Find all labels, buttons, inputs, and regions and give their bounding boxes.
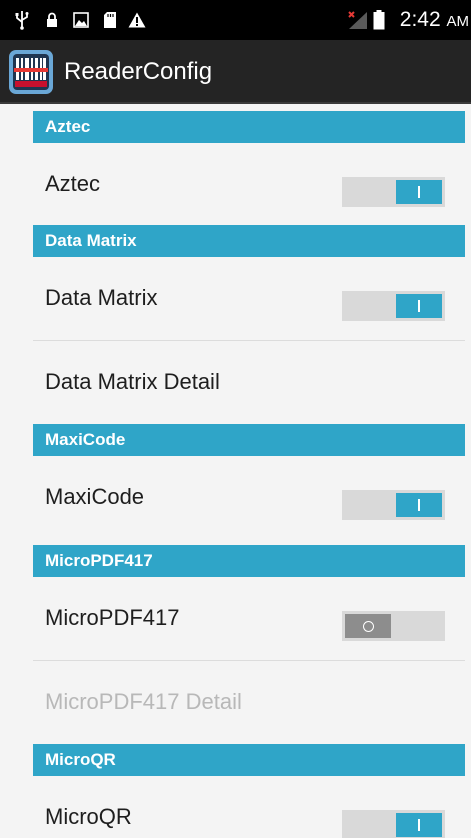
screen: 2:42 AM ReaderConfig Aztec Aztec Data Ma… — [0, 0, 471, 838]
aztec-toggle-row[interactable]: Aztec — [33, 143, 465, 225]
switch-glyph — [362, 620, 374, 632]
section-header-aztec: Aztec — [33, 111, 465, 143]
microqr-switch[interactable] — [342, 810, 445, 838]
image-icon — [71, 9, 91, 31]
switch-thumb — [396, 180, 442, 204]
aztec-switch[interactable] — [342, 177, 445, 207]
micropdf417-detail-row[interactable]: MicroPDF417 Detail — [33, 661, 465, 743]
micropdf417-label: MicroPDF417 — [45, 605, 180, 630]
microqr-toggle-row[interactable]: MicroQR — [33, 776, 465, 838]
maxicode-toggle-row[interactable]: MaxiCode — [33, 456, 465, 538]
app-title: ReaderConfig — [64, 58, 213, 85]
maxicode-switch[interactable] — [342, 490, 445, 520]
aztec-label: Aztec — [45, 171, 101, 196]
switch-glyph — [418, 499, 420, 511]
sd-card-icon — [100, 9, 120, 31]
no-signal-icon — [346, 9, 370, 31]
status-bar: 2:42 AM — [0, 0, 471, 40]
data-matrix-detail-label: Data Matrix Detail — [45, 369, 220, 394]
micropdf417-detail-label: MicroPDF417 Detail — [45, 689, 242, 714]
data-matrix-toggle-row[interactable]: Data Matrix — [33, 257, 465, 339]
data-matrix-detail-row[interactable]: Data Matrix Detail — [33, 341, 465, 423]
section-header-micropdf417: MicroPDF417 — [33, 545, 465, 577]
section-header-data-matrix: Data Matrix — [33, 225, 465, 257]
switch-thumb — [396, 294, 442, 318]
section-header-microqr: MicroQR — [33, 744, 465, 776]
usb-icon — [12, 9, 32, 31]
clock: 2:42 AM — [399, 8, 469, 31]
microqr-label: MicroQR — [45, 804, 132, 829]
maxicode-label: MaxiCode — [45, 484, 145, 509]
battery-icon — [372, 9, 386, 31]
warning-icon — [127, 9, 147, 31]
barcode-app-icon[interactable] — [8, 49, 54, 95]
switch-thumb — [345, 614, 391, 638]
switch-thumb — [396, 813, 442, 837]
data-matrix-switch[interactable] — [342, 291, 445, 321]
switch-glyph — [418, 186, 420, 198]
switch-thumb — [396, 493, 442, 517]
preference-list[interactable]: Aztec Aztec Data Matrix Data Matrix Data… — [0, 104, 471, 838]
lock-icon — [42, 9, 62, 31]
section-header-maxicode: MaxiCode — [33, 424, 465, 456]
micropdf417-switch[interactable] — [342, 611, 445, 641]
switch-glyph — [418, 819, 420, 831]
switch-glyph — [418, 300, 420, 312]
data-matrix-label: Data Matrix — [45, 285, 158, 310]
micropdf417-toggle-row[interactable]: MicroPDF417 — [33, 577, 465, 659]
action-bar: ReaderConfig — [0, 40, 471, 104]
